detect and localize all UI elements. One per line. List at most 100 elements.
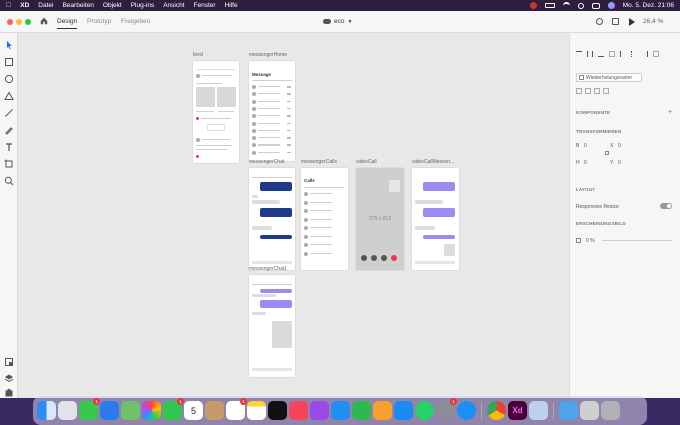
artboard-tool-icon[interactable]	[4, 159, 14, 169]
opacity-slider[interactable]	[602, 240, 672, 241]
calendar-icon[interactable]: 5	[184, 401, 203, 420]
tab-prototyp[interactable]: Prototyp	[87, 18, 111, 25]
maps-icon[interactable]	[121, 401, 140, 420]
menu-fenster[interactable]: Fenster	[194, 2, 216, 9]
opacity-value[interactable]: 0 %	[586, 238, 595, 244]
battery-icon[interactable]	[544, 3, 555, 8]
artboard-label-video-call-messenger[interactable]: videoCallMessen...	[412, 159, 454, 165]
align-middle-icon[interactable]	[587, 51, 593, 57]
tab-freigeben[interactable]: Freigeben	[121, 18, 150, 25]
select-tool-icon[interactable]	[4, 40, 14, 50]
artboard-label-messenger-chat1[interactable]: messengerChat1	[249, 266, 287, 272]
pages-icon[interactable]	[373, 401, 392, 420]
messages-icon[interactable]: 1	[79, 398, 100, 420]
play-icon[interactable]	[629, 18, 635, 26]
zoom-button[interactable]	[25, 19, 31, 25]
layers-icon[interactable]	[4, 373, 14, 383]
plugins-icon[interactable]	[4, 388, 14, 398]
distribute-icon[interactable]	[609, 51, 615, 57]
polygon-tool-icon[interactable]	[4, 91, 14, 101]
menu-ansicht[interactable]: Ansicht	[163, 2, 184, 9]
notes-icon[interactable]	[247, 401, 266, 420]
artboard-video-call[interactable]: 375 x 812	[356, 168, 404, 270]
line-tool-icon[interactable]	[4, 108, 14, 118]
artboard-messenger-home[interactable]: Message	[249, 61, 295, 161]
numbers-icon[interactable]	[352, 401, 371, 420]
align-right-icon[interactable]	[642, 51, 648, 57]
artboard-messenger-chat1[interactable]	[249, 275, 295, 377]
downloads-icon[interactable]	[580, 401, 599, 420]
artboard-label-messenger-home[interactable]: messengerHome	[249, 52, 287, 58]
artboard-label-messenger-calls[interactable]: messengerCalls	[301, 159, 337, 165]
repeat-grid-button[interactable]: Wiederholungsraster	[576, 73, 642, 82]
apple-icon[interactable]: 	[6, 2, 11, 9]
finder-icon[interactable]	[37, 401, 56, 420]
status-app-icon[interactable]	[529, 2, 537, 9]
preview-icon[interactable]	[529, 401, 548, 420]
height-value[interactable]: 0	[584, 160, 587, 166]
safari-icon[interactable]	[457, 401, 476, 420]
reminders-icon[interactable]: 1	[226, 398, 247, 420]
menu-plugins[interactable]: Plug-ins	[131, 2, 154, 9]
distribute-h-icon[interactable]	[653, 51, 659, 57]
y-value[interactable]: 0	[618, 160, 621, 166]
pen-tool-icon[interactable]	[4, 125, 14, 135]
close-button[interactable]	[7, 19, 13, 25]
intersect-icon[interactable]	[594, 88, 600, 94]
photos-icon[interactable]	[142, 401, 161, 420]
mail-icon[interactable]	[100, 401, 119, 420]
user-icon[interactable]	[596, 18, 603, 25]
apple-tv-icon[interactable]	[268, 401, 287, 420]
music-icon[interactable]	[289, 401, 308, 420]
trash-icon[interactable]	[601, 401, 620, 420]
align-top-icon[interactable]	[576, 51, 582, 57]
artboard-messenger-chat[interactable]	[249, 168, 295, 270]
document-title[interactable]: eco ▼	[323, 18, 352, 25]
tab-design[interactable]: Design	[57, 18, 78, 29]
contacts-icon[interactable]	[205, 401, 224, 420]
chrome-icon[interactable]	[487, 401, 506, 420]
zoom-tool-icon[interactable]	[4, 176, 14, 186]
assets-icon[interactable]	[4, 357, 14, 367]
responsive-resize-toggle[interactable]	[660, 203, 672, 209]
wifi-icon[interactable]	[562, 2, 570, 9]
siri-icon[interactable]	[607, 2, 615, 9]
podcasts-icon[interactable]	[310, 401, 329, 420]
search-icon[interactable]	[577, 2, 584, 9]
system-preferences-icon[interactable]: 1	[436, 398, 457, 420]
align-bottom-icon[interactable]	[598, 51, 604, 57]
align-center-icon[interactable]	[631, 51, 637, 57]
artboard-messenger-calls[interactable]: Calls	[301, 168, 348, 270]
facetime-icon[interactable]: 1	[163, 398, 184, 420]
x-value[interactable]: 0	[618, 143, 621, 149]
lock-aspect-icon[interactable]	[605, 151, 609, 155]
keynote-icon[interactable]	[331, 401, 350, 420]
zoom-level[interactable]: 26,4 %	[643, 18, 663, 25]
artboard-label-video-call[interactable]: videoCall	[356, 159, 377, 165]
align-left-icon[interactable]	[620, 51, 626, 57]
add-shape-icon[interactable]	[576, 88, 582, 94]
subtract-icon[interactable]	[585, 88, 591, 94]
app-store-icon[interactable]	[394, 401, 413, 420]
menu-objekt[interactable]: Objekt	[103, 2, 122, 9]
width-value[interactable]: 0	[584, 143, 587, 149]
menu-hilfe[interactable]: Hilfe	[225, 2, 238, 9]
text-tool-icon[interactable]	[4, 142, 14, 152]
artboard-label-feed[interactable]: feed	[193, 52, 203, 58]
menu-bearbeiten[interactable]: Bearbeiten	[62, 2, 93, 9]
add-component-icon[interactable]: +	[668, 109, 672, 116]
control-center-icon[interactable]	[591, 2, 600, 9]
exclude-icon[interactable]	[603, 88, 609, 94]
artboard-feed[interactable]	[193, 61, 239, 163]
ellipse-tool-icon[interactable]	[4, 74, 14, 84]
menu-datei[interactable]: Datei	[38, 2, 53, 9]
whatsapp-icon[interactable]	[415, 401, 434, 420]
home-icon[interactable]	[40, 17, 48, 25]
app-menu[interactable]: XD	[20, 2, 29, 9]
adobe-xd-icon[interactable]: Xd	[508, 401, 527, 420]
artboard-label-messenger-chat[interactable]: messengerChat	[249, 159, 284, 165]
folder-icon[interactable]	[559, 401, 578, 420]
share-icon[interactable]	[612, 18, 619, 25]
minimize-button[interactable]	[16, 19, 22, 25]
rectangle-tool-icon[interactable]	[4, 57, 14, 67]
